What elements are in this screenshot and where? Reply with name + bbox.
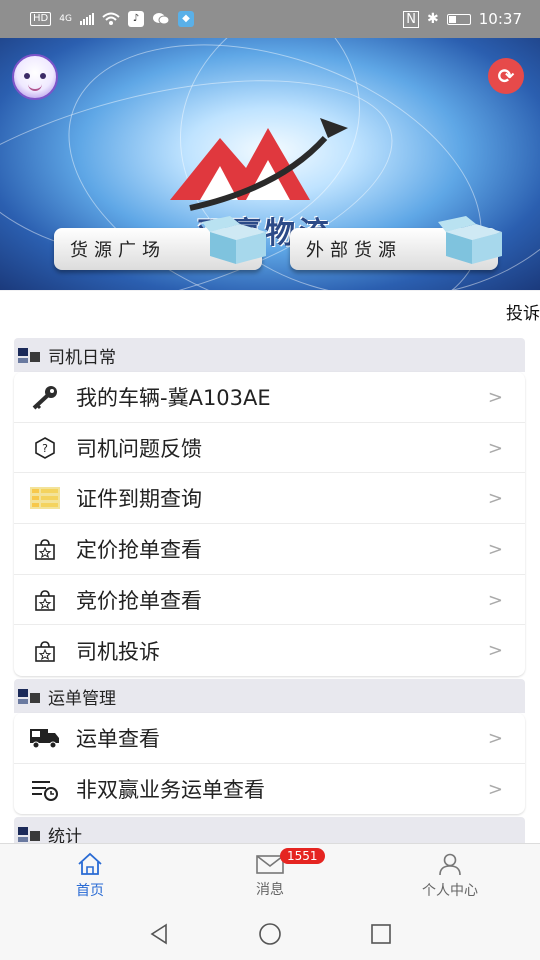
back-icon[interactable] bbox=[147, 922, 171, 946]
tab-messages[interactable]: 消息 1551 bbox=[180, 844, 360, 907]
chevron-right-icon: > bbox=[487, 387, 503, 408]
chevron-right-icon: > bbox=[487, 778, 503, 800]
chevron-right-icon: > bbox=[487, 437, 503, 459]
menu-item-feedback[interactable]: ? 司机问题反馈 > bbox=[14, 423, 525, 474]
section-icon bbox=[18, 825, 42, 843]
tab-label: 消息 bbox=[256, 881, 284, 898]
star-bag-icon bbox=[28, 585, 62, 615]
question-icon: ? bbox=[28, 433, 62, 463]
section-header: 统计 bbox=[14, 817, 525, 843]
box-icon bbox=[202, 216, 266, 264]
goods-square-label: 货源广场 bbox=[70, 240, 166, 261]
refresh-icon[interactable]: ⟳ bbox=[488, 58, 524, 94]
menu-label: 竞价抢单查看 bbox=[76, 588, 202, 613]
section-header: 运单管理 bbox=[14, 679, 525, 713]
tab-profile[interactable]: 个人中心 bbox=[360, 844, 540, 907]
unread-badge: 1551 bbox=[280, 848, 325, 864]
status-bar-left: HD 4G ♪ ◆ bbox=[30, 11, 194, 27]
clock: 10:37 bbox=[478, 10, 522, 28]
tab-label: 首页 bbox=[76, 882, 104, 899]
complaint-text: 投诉 bbox=[506, 304, 540, 324]
chevron-right-icon: > bbox=[487, 640, 503, 662]
chevron-right-icon: > bbox=[487, 728, 503, 749]
menu-label: 证件到期查询 bbox=[76, 487, 202, 512]
battery-icon bbox=[446, 13, 471, 25]
chevron-right-icon: > bbox=[487, 488, 503, 510]
app-icon: ◆ bbox=[177, 11, 194, 27]
menu-label: 司机问题反馈 bbox=[76, 436, 202, 461]
nfc-icon: N bbox=[403, 10, 420, 28]
menu-item-my-vehicle[interactable]: 我的车辆-冀A103AE > bbox=[14, 372, 525, 423]
menu-label: 司机投诉 bbox=[76, 639, 160, 664]
home-icon bbox=[78, 852, 102, 875]
bluetooth-icon: ✱ bbox=[427, 11, 439, 27]
tab-home[interactable]: 首页 bbox=[0, 844, 180, 907]
menu-label: 定价抢单查看 bbox=[76, 537, 202, 562]
menu-item-bidding[interactable]: 竞价抢单查看 > bbox=[14, 575, 525, 626]
section-title: 司机日常 bbox=[48, 347, 116, 368]
hd-indicator: HD bbox=[30, 12, 52, 26]
system-nav-bar bbox=[0, 907, 540, 960]
section-icon bbox=[18, 346, 42, 364]
status-bar: HD 4G ♪ ◆ N ✱ 10:37 bbox=[0, 0, 540, 38]
wechat-icon bbox=[152, 13, 170, 25]
external-goods-label: 外部货源 bbox=[306, 240, 402, 261]
tiktok-icon: ♪ bbox=[127, 11, 144, 27]
menu-item-driver-complaint[interactable]: 司机投诉 > bbox=[14, 625, 525, 676]
menu-item-fixed-price[interactable]: 定价抢单查看 > bbox=[14, 524, 525, 575]
menu-list: 运单查看 > 非双赢业务运单查看 > bbox=[14, 713, 525, 815]
recents-icon[interactable] bbox=[369, 922, 393, 946]
truck-icon bbox=[28, 723, 62, 753]
bottom-nav: 首页 消息 1551 个人中心 bbox=[0, 843, 540, 907]
section-waybill: 运单管理 运单查看 > 非双赢业务运单查看 > bbox=[14, 679, 525, 815]
goods-square-button[interactable]: 货源广场 bbox=[54, 216, 266, 270]
section-header: 司机日常 bbox=[14, 338, 525, 372]
tab-label: 个人中心 bbox=[422, 882, 478, 899]
section-driver-daily: 司机日常 我的车辆-冀A103AE > ? 司机问题反馈 > 证件到期查询 > … bbox=[14, 338, 525, 677]
external-goods-button[interactable]: 外部货源 bbox=[290, 216, 502, 270]
signal-icon bbox=[79, 13, 94, 25]
status-bar-right: N ✱ 10:37 bbox=[403, 10, 522, 28]
wifi-icon bbox=[102, 12, 120, 25]
home-circle-icon[interactable] bbox=[257, 921, 283, 947]
menu-item-waybill-view[interactable]: 运单查看 > bbox=[14, 713, 525, 764]
section-stats: 统计 bbox=[14, 817, 525, 843]
menu-item-non-shuangying-waybill[interactable]: 非双赢业务运单查看 > bbox=[14, 764, 525, 815]
section-icon bbox=[18, 687, 42, 705]
key-icon bbox=[28, 382, 62, 412]
network-type: 4G bbox=[59, 14, 72, 24]
box-icon bbox=[438, 216, 502, 264]
section-title: 统计 bbox=[48, 826, 82, 844]
star-bag-icon bbox=[28, 534, 62, 564]
list-clock-icon bbox=[28, 774, 62, 804]
menu-label: 我的车辆-冀A103AE bbox=[76, 385, 271, 410]
menu-label: 运单查看 bbox=[76, 726, 160, 751]
avatar[interactable] bbox=[12, 54, 58, 100]
menu-list: 我的车辆-冀A103AE > ? 司机问题反馈 > 证件到期查询 > 定价抢单查… bbox=[14, 372, 525, 677]
list-icon bbox=[28, 483, 62, 513]
banner: ⟳ 双赢物流 货源广场 外部货源 bbox=[0, 38, 540, 290]
section-title: 运单管理 bbox=[48, 688, 116, 709]
star-bag-icon bbox=[28, 636, 62, 666]
chevron-right-icon: > bbox=[487, 539, 503, 561]
menu-item-certificate[interactable]: 证件到期查询 > bbox=[14, 473, 525, 525]
complaint-marquee[interactable]: 投诉 bbox=[0, 291, 540, 327]
svg-text:?: ? bbox=[42, 442, 48, 455]
chevron-right-icon: > bbox=[487, 589, 503, 611]
menu-label: 非双赢业务运单查看 bbox=[76, 778, 265, 803]
user-icon bbox=[439, 853, 461, 875]
main-content[interactable]: 司机日常 我的车辆-冀A103AE > ? 司机问题反馈 > 证件到期查询 > … bbox=[0, 327, 540, 843]
